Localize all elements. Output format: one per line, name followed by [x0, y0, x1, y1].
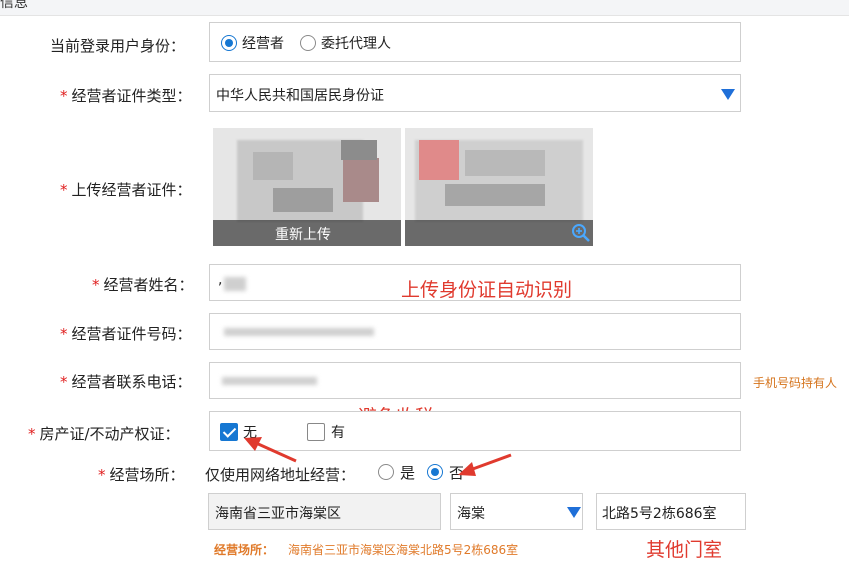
zoom-in-icon[interactable] — [571, 223, 591, 243]
property-label-text: 房产证/不动产权证： — [39, 425, 180, 443]
reupload-bar[interactable]: 重新上传 — [213, 220, 401, 246]
id-number-input[interactable] — [209, 313, 741, 350]
id-number-label-text: 经营者证件号码： — [71, 325, 192, 343]
checkbox-none[interactable] — [220, 423, 238, 441]
radio-operator-label[interactable]: 经营者 — [242, 33, 284, 53]
street-dropdown-arrow-icon — [567, 507, 581, 518]
radio-online-no-label[interactable]: 否 — [449, 462, 464, 483]
property-field: 无 有 — [209, 411, 741, 451]
location-label: * 经营场所： — [98, 466, 185, 484]
id-type-select[interactable]: 中华人民共和国居民身份证 — [209, 74, 741, 112]
reupload-button[interactable]: 重新上传 — [275, 224, 331, 244]
phone-hint: 手机号码持有人 — [753, 376, 838, 390]
back-photo-bar — [405, 220, 593, 246]
id-front-photo[interactable]: 重新上传 — [213, 128, 401, 246]
redacted-phone — [222, 377, 317, 385]
id-upload-label: * 上传经营者证件： — [60, 181, 192, 199]
room-input[interactable]: 北路5号2栋686室 — [596, 493, 746, 530]
property-label: * 房产证/不动产权证： — [28, 425, 180, 443]
header-title: 信息 — [0, 0, 28, 11]
phone-label-text: 经营者联系电话： — [71, 373, 192, 391]
name-label-text: 经营者姓名： — [103, 276, 194, 294]
radio-agent[interactable] — [300, 35, 316, 51]
redacted-name — [224, 277, 246, 291]
region-value: 海南省三亚市海棠区 — [215, 506, 341, 522]
radio-online-yes-label[interactable]: 是 — [400, 462, 415, 483]
phone-label: * 经营者联系电话： — [60, 373, 192, 391]
top-header-bar: 信息 — [0, 0, 849, 16]
location-label-text: 经营场所： — [109, 466, 185, 484]
radio-agent-label[interactable]: 委托代理人 — [321, 33, 391, 53]
redacted-id-number — [224, 328, 374, 336]
id-back-photo[interactable] — [405, 128, 593, 246]
name-value: , — [218, 272, 223, 288]
id-upload-label-text: 上传经营者证件： — [71, 181, 192, 199]
dropdown-arrow-icon — [721, 89, 735, 100]
name-label: * 经营者姓名： — [92, 276, 194, 294]
identity-field: 经营者 委托代理人 — [209, 22, 741, 62]
radio-online-yes[interactable] — [378, 464, 394, 480]
id-number-label: * 经营者证件号码： — [60, 325, 192, 343]
street-select-value: 海棠 — [457, 506, 485, 522]
id-type-label-text: 经营者证件类型： — [71, 87, 192, 105]
id-type-value: 中华人民共和国居民身份证 — [216, 88, 384, 104]
checkbox-none-label[interactable]: 无 — [243, 422, 257, 442]
room-value: 北路5号2栋686室 — [602, 506, 717, 522]
checkbox-have[interactable] — [307, 423, 325, 441]
address-summary-value: 海南省三亚市海棠区海棠北路5号2栋686室 — [288, 543, 519, 557]
online-only-label: 仅使用网络地址经营： — [205, 466, 356, 484]
checkbox-have-label[interactable]: 有 — [331, 422, 345, 442]
identity-label: 当前登录用户身份： — [50, 37, 186, 55]
radio-online-no[interactable] — [427, 464, 443, 480]
street-select[interactable]: 海棠 — [450, 493, 583, 530]
annotation-other-room: 其他门室 — [646, 539, 723, 561]
phone-input[interactable] — [209, 362, 741, 399]
radio-operator[interactable] — [221, 35, 237, 51]
annotation-auto-recognize: 上传身份证自动识别 — [401, 279, 573, 301]
arrow-to-no-radio — [458, 453, 512, 476]
address-summary-label: 经营场所： — [214, 543, 275, 557]
checkmark-icon — [222, 424, 237, 438]
region-field: 海南省三亚市海棠区 — [208, 493, 441, 530]
id-type-label: * 经营者证件类型： — [60, 87, 192, 105]
